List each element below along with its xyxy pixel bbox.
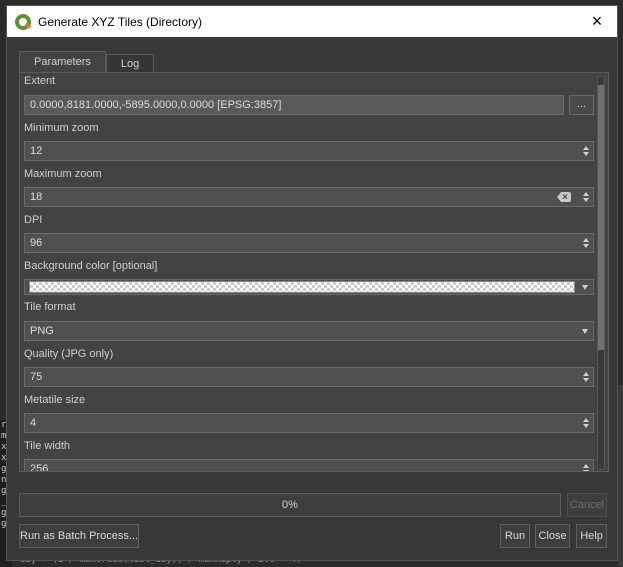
dpi-spinbox[interactable]: 96	[24, 233, 594, 253]
bg-color-label: Background color [optional]	[24, 260, 158, 272]
close-button[interactable]: Close	[535, 524, 570, 548]
extent-options-button[interactable]: ...	[569, 95, 594, 115]
max-zoom-spinbox[interactable]: 18	[24, 187, 594, 207]
max-zoom-label: Maximum zoom	[24, 168, 102, 180]
dpi-value: 96	[30, 237, 43, 249]
qgis-logo-icon	[15, 13, 31, 30]
min-zoom-value: 12	[30, 145, 43, 157]
tab-log[interactable]: Log	[105, 54, 155, 73]
metatile-label: Metatile size	[24, 394, 86, 406]
tile-width-label: Tile width	[24, 440, 71, 452]
extent-input[interactable]: 0.0000,8181.0000,-5895.0000,0.0000 [EPSG…	[24, 95, 564, 115]
tile-format-value: PNG	[30, 325, 54, 337]
vertical-scrollbar[interactable]	[597, 76, 605, 470]
parameters-scroll-area[interactable]: Extent 0.0000,8181.0000,-5895.0000,0.000…	[20, 73, 598, 472]
run-button[interactable]: Run	[500, 524, 530, 548]
spin-arrows-icon[interactable]	[583, 418, 589, 428]
tile-width-spinbox[interactable]: 256	[24, 459, 594, 472]
metatile-spinbox[interactable]: 4	[24, 413, 594, 433]
spin-arrows-icon[interactable]	[583, 464, 589, 471]
scrollbar-thumb[interactable]	[598, 85, 604, 350]
transparent-color-swatch	[29, 281, 575, 293]
cancel-button[interactable]: Cancel	[567, 493, 607, 517]
chevron-down-icon[interactable]	[582, 285, 588, 290]
help-button[interactable]: Help	[576, 524, 607, 548]
max-zoom-value: 18	[30, 191, 43, 203]
quality-label: Quality (JPG only)	[24, 348, 114, 360]
min-zoom-spinbox[interactable]: 12	[24, 141, 594, 161]
parameters-panel: Extent 0.0000,8181.0000,-5895.0000,0.000…	[19, 72, 609, 472]
metatile-value: 4	[30, 417, 37, 429]
tab-bar: Parameters Log	[19, 51, 155, 74]
tile-width-value: 256	[30, 463, 49, 472]
dpi-label: DPI	[24, 214, 43, 226]
spin-arrows-icon[interactable]	[583, 238, 589, 248]
quality-spinbox[interactable]: 75	[24, 367, 594, 387]
extent-label: Extent	[24, 75, 56, 87]
dialog-window: Generate XYZ Tiles (Directory) × Paramet…	[6, 5, 618, 561]
tile-format-label: Tile format	[24, 301, 76, 313]
tile-format-select[interactable]: PNG	[24, 321, 594, 341]
spin-arrows-icon[interactable]	[583, 146, 589, 156]
title-bar[interactable]: Generate XYZ Tiles (Directory) ×	[7, 6, 617, 37]
spin-arrows-icon[interactable]	[583, 372, 589, 382]
clear-value-icon[interactable]	[557, 192, 571, 202]
background-panel-edge	[618, 385, 623, 567]
chevron-down-icon[interactable]	[582, 329, 588, 334]
run-batch-button[interactable]: Run as Batch Process...	[19, 524, 139, 548]
min-zoom-label: Minimum zoom	[24, 122, 99, 134]
tab-parameters[interactable]: Parameters	[19, 51, 106, 74]
close-icon[interactable]: ×	[587, 11, 607, 31]
spin-arrows-icon[interactable]	[583, 192, 589, 202]
progress-bar: 0%	[19, 493, 561, 517]
bg-color-button[interactable]	[24, 279, 594, 295]
quality-value: 75	[30, 371, 43, 383]
window-title: Generate XYZ Tiles (Directory)	[38, 14, 203, 29]
